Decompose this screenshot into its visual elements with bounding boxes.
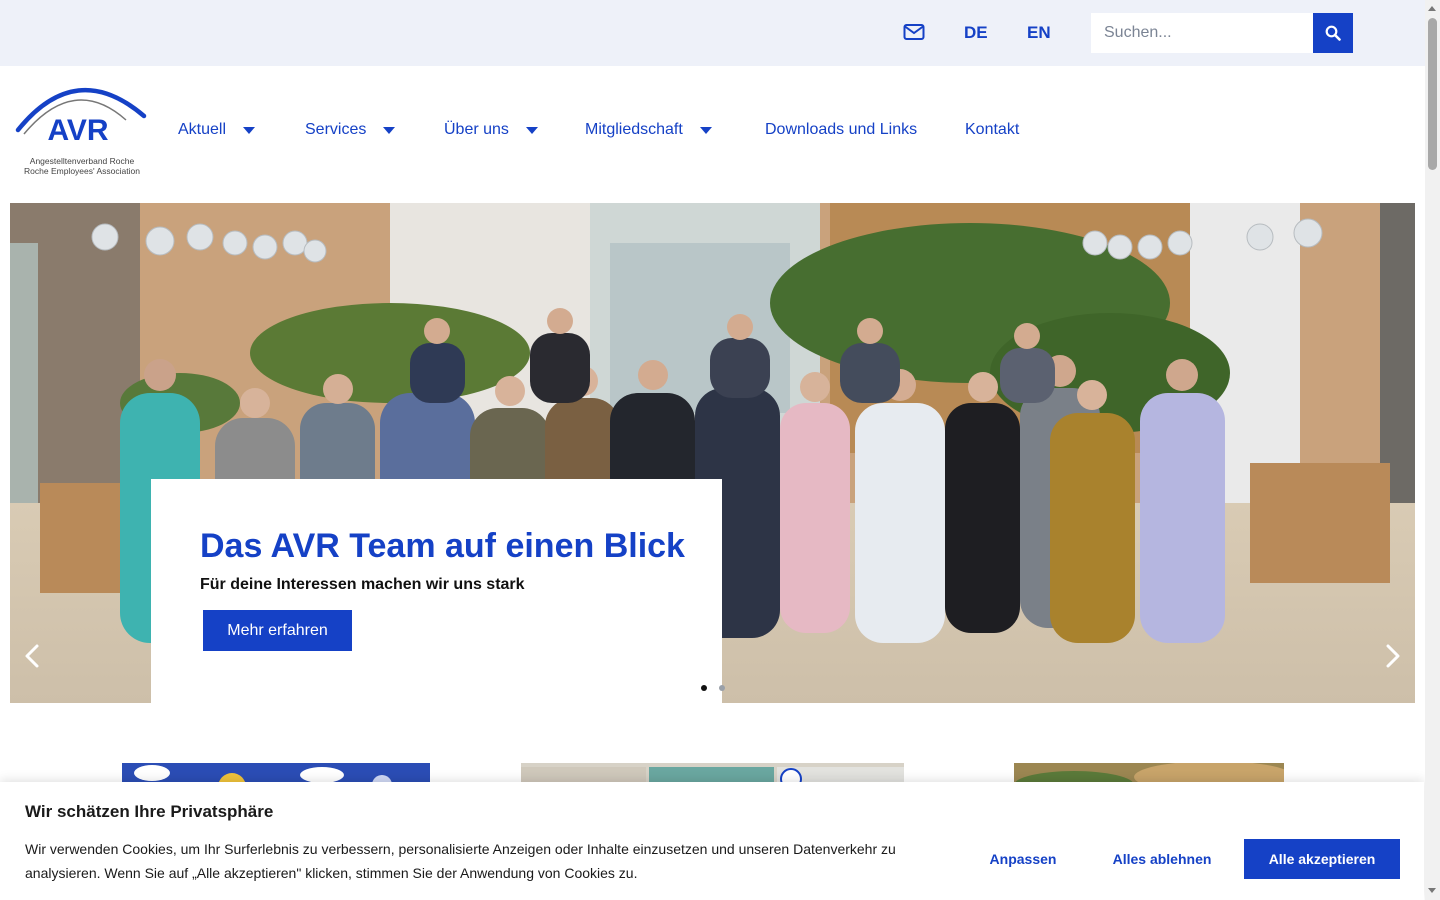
reject-all-button[interactable]: Alles ablehnen [1098, 839, 1226, 879]
nav-item-aktuell[interactable]: Aktuell [178, 121, 256, 139]
nav-item-ueber-uns[interactable]: Über uns [444, 121, 538, 139]
language-de[interactable]: DE [964, 23, 988, 43]
caret-down-icon [243, 126, 256, 134]
caret-down-icon [525, 126, 538, 134]
nav-item-label: Über uns [444, 121, 509, 138]
slider-dot-2[interactable] [719, 685, 725, 691]
hero-subtitle: Für deine Interessen machen wir uns star… [200, 576, 525, 593]
search-icon [1325, 25, 1341, 41]
nav-item-label: Services [305, 121, 367, 138]
nav-item-label: Kontakt [965, 121, 1020, 138]
search-input[interactable] [1091, 13, 1313, 53]
hero-caption-card: Das AVR Team auf einen Blick Für deine I… [151, 479, 722, 703]
logo-line1: Angestelltenverband Roche [30, 156, 135, 166]
chevron-left-icon[interactable] [22, 643, 42, 669]
logo-text: AVR [47, 114, 108, 147]
chevron-right-icon[interactable] [1383, 643, 1403, 669]
nav-item-kontakt[interactable]: Kontakt [965, 121, 1019, 139]
nav-item-services[interactable]: Services [305, 121, 396, 139]
scroll-up-icon[interactable] [1428, 6, 1436, 11]
cookie-text: Wir verwenden Cookies, um Ihr Surferlebn… [25, 841, 896, 881]
search-button[interactable] [1313, 13, 1353, 53]
customize-cookies-button[interactable]: Anpassen [975, 839, 1071, 879]
nav-item-label: Mitgliedschaft [585, 121, 683, 138]
nav-item-downloads[interactable]: Downloads und Links [765, 121, 917, 139]
hero-title: Das AVR Team auf einen Blick [200, 527, 685, 565]
cookie-consent-banner: Wir schätzen Ihre Privatsphäre Wir verwe… [0, 782, 1424, 900]
accept-all-button[interactable]: Alle akzeptieren [1244, 839, 1400, 879]
language-en[interactable]: EN [1027, 23, 1051, 43]
mehr-erfahren-button[interactable]: Mehr erfahren [203, 610, 352, 651]
nav-item-label: Aktuell [178, 121, 227, 138]
caret-down-icon [699, 126, 712, 134]
top-utility-bar: DE EN [0, 0, 1425, 66]
scroll-thumb[interactable] [1428, 18, 1437, 170]
page-scrollbar[interactable] [1425, 0, 1440, 900]
cookie-title: Wir schätzen Ihre Privatsphäre [25, 802, 274, 821]
nav-item-label: Downloads und Links [765, 121, 918, 138]
scroll-down-icon[interactable] [1428, 888, 1436, 893]
slider-dot-1[interactable] [701, 685, 707, 691]
logo-line2: Roche Employees' Association [24, 166, 140, 176]
nav-item-mitgliedschaft[interactable]: Mitgliedschaft [585, 121, 712, 139]
mail-icon[interactable] [903, 22, 925, 42]
caret-down-icon [383, 126, 396, 134]
avr-logo[interactable]: AVR Angestelltenverband Roche Roche Empl… [14, 80, 150, 180]
